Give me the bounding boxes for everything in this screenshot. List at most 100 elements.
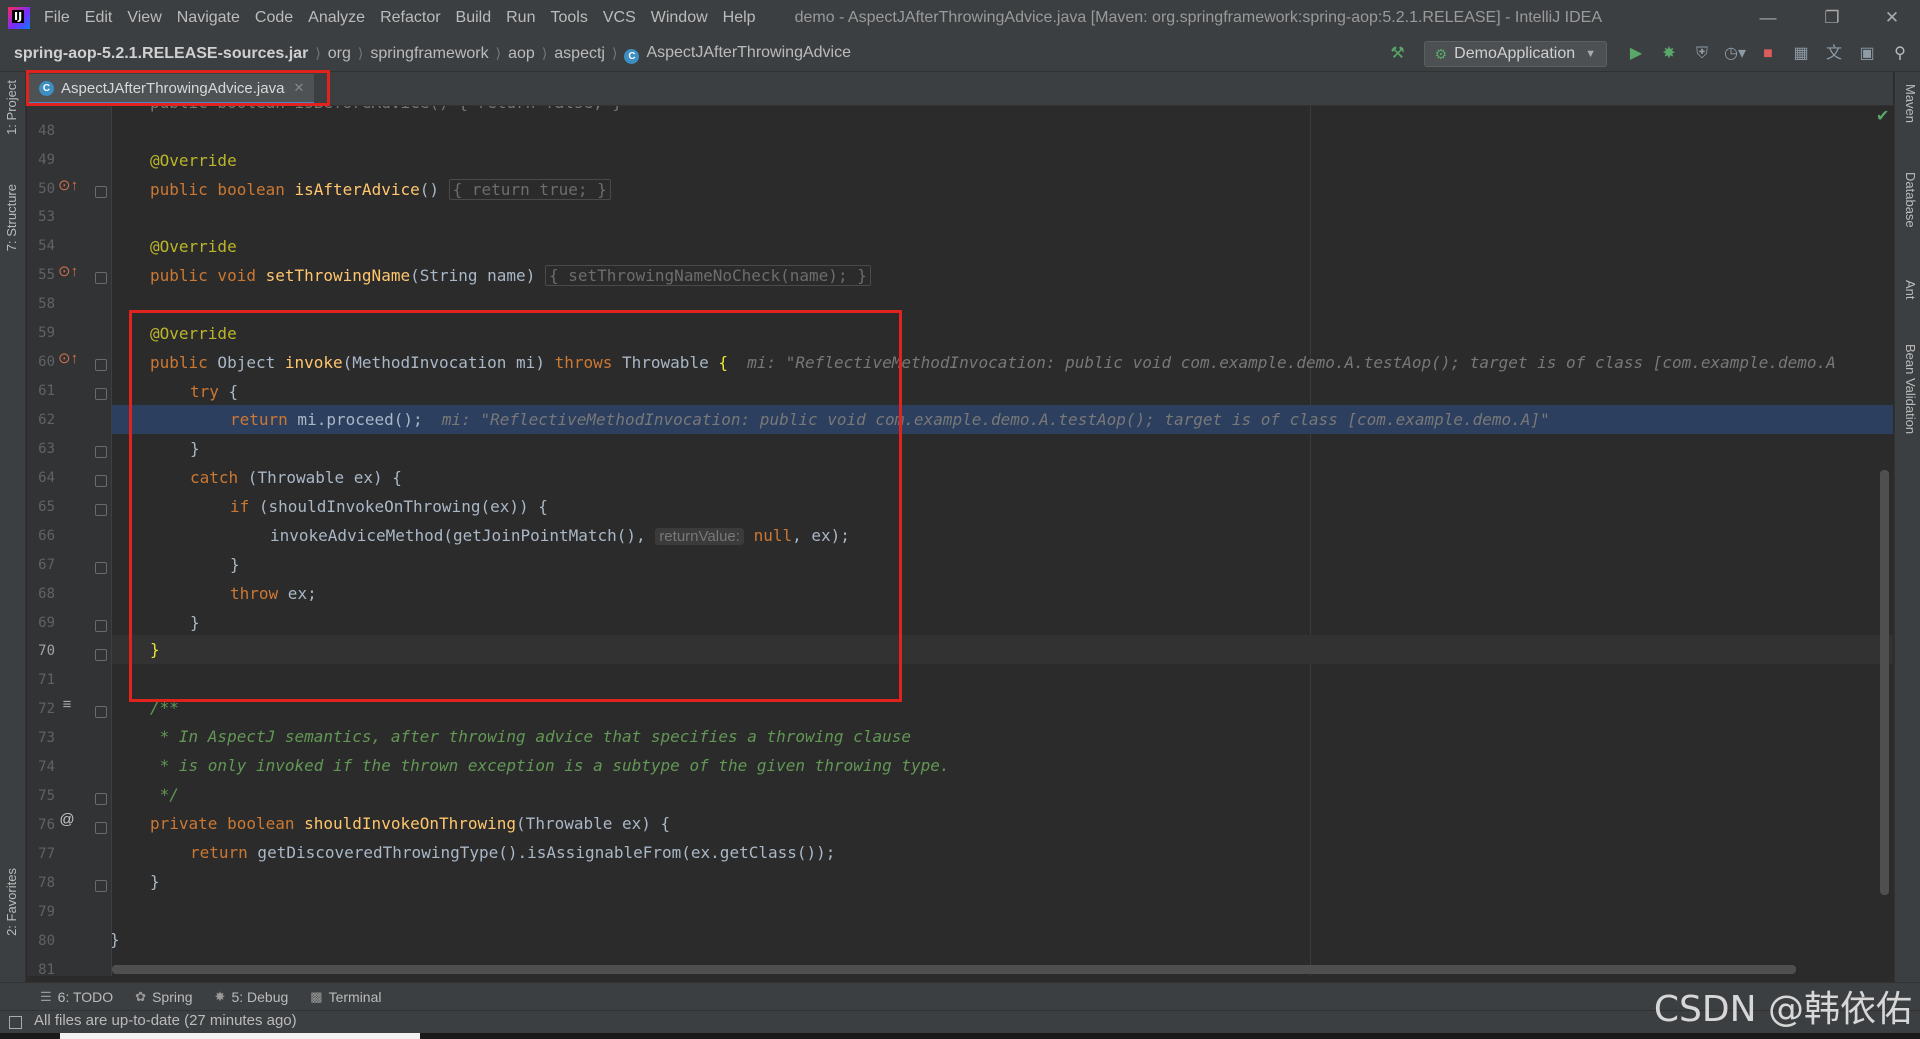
fold-icon[interactable] (95, 446, 107, 458)
override-method-icon[interactable]: ⊙↑ (58, 349, 78, 367)
tool-window-structure[interactable]: 7: Structure (4, 184, 22, 251)
line-number: 77 (38, 846, 55, 862)
annotation-marker-icon[interactable]: @ (58, 811, 76, 828)
tool-window-terminal[interactable]: ▩ Terminal (310, 989, 381, 1005)
build-hammer-icon[interactable]: ⚒ (1386, 42, 1410, 66)
run-configuration-select[interactable]: ⚙ DemoApplication ▼ (1423, 41, 1607, 67)
menu-analyze[interactable]: Analyze (308, 9, 365, 27)
coverage-icon[interactable]: ⛨ (1690, 42, 1714, 66)
code-token: public boolean (150, 180, 295, 199)
fold-icon[interactable] (95, 475, 107, 487)
line-number: 53 (38, 209, 55, 225)
code-token: throws (554, 353, 613, 372)
fold-icon[interactable] (95, 272, 107, 284)
fold-icon[interactable] (95, 620, 107, 632)
tool-window-todo-label: 6: TODO (57, 988, 114, 1005)
code-line-72: /** (150, 698, 179, 717)
menu-view[interactable]: View (127, 9, 161, 27)
tool-window-todo[interactable]: ☰ 6: TODO (40, 989, 113, 1005)
status-message[interactable]: All files are up-to-date (27 minutes ago… (34, 1012, 297, 1029)
folded-code-block[interactable]: { return true; } (448, 179, 611, 200)
fold-icon[interactable] (95, 793, 107, 805)
editor-tab-bar: C AspectJAfterThrowingAdvice.java ✕ (27, 72, 1893, 106)
fold-icon[interactable] (95, 359, 107, 371)
tool-window-favorites[interactable]: 2: Favorites (4, 868, 22, 936)
line-number: 58 (38, 296, 55, 312)
menu-window[interactable]: Window (651, 9, 708, 27)
breadcrumb-class[interactable]: C AspectJAfterThrowingAdvice (624, 44, 851, 64)
presentation-mode-icon[interactable]: ▣ (1855, 42, 1879, 66)
right-margin-guide (1310, 106, 1311, 976)
menu-tools[interactable]: Tools (550, 9, 587, 27)
todo-icon: ☰ (40, 988, 52, 1004)
menu-edit[interactable]: Edit (85, 9, 113, 27)
code-token: Object (207, 353, 285, 372)
fold-icon[interactable] (95, 388, 107, 400)
line-number: 69 (38, 615, 55, 631)
horizontal-scrollbar[interactable] (112, 965, 1796, 974)
close-tab-icon[interactable]: ✕ (293, 80, 304, 96)
menu-refactor[interactable]: Refactor (380, 9, 440, 27)
code-token: (shouldInvokeOnThrowing(ex)) { (249, 497, 548, 516)
os-taskbar-item[interactable] (60, 1033, 420, 1039)
status-toggle-icon[interactable] (9, 1016, 22, 1029)
menu-file[interactable]: File (44, 9, 70, 27)
breadcrumb-jar[interactable]: spring-aop-5.2.1.RELEASE-sources.jar (14, 45, 308, 63)
javadoc-icon[interactable]: ≡ (58, 696, 76, 713)
breadcrumb-org[interactable]: org (328, 45, 351, 63)
override-method-icon[interactable]: ⊙↑ (58, 262, 78, 280)
run-icon[interactable]: ▶ (1624, 42, 1648, 66)
tool-window-debug[interactable]: ✸ 5: Debug (215, 989, 289, 1005)
menu-vcs[interactable]: VCS (603, 9, 636, 27)
tool-window-spring[interactable]: ✿ Spring (135, 989, 192, 1005)
tool-window-project[interactable]: 1: Project (4, 80, 22, 135)
line-number: 49 (38, 152, 55, 168)
project-structure-icon[interactable]: ▦ (1789, 42, 1813, 66)
tool-window-maven[interactable]: Maven (1900, 84, 1918, 123)
fold-icon[interactable] (95, 822, 107, 834)
code-editor[interactable]: public boolean isBeforeAdvice() { return… (112, 106, 1893, 976)
breadcrumb-aspectj[interactable]: aspectj (554, 45, 605, 63)
menu-navigate[interactable]: Navigate (177, 9, 240, 27)
code-token: invokeAdviceMethod(getJoinPointMatch(), (270, 526, 656, 545)
fold-icon[interactable] (95, 706, 107, 718)
code-token: { (718, 353, 728, 372)
fold-icon[interactable] (95, 504, 107, 516)
stop-icon[interactable]: ■ (1756, 42, 1780, 66)
menu-run[interactable]: Run (506, 9, 535, 27)
minimize-icon[interactable]: — (1754, 4, 1782, 32)
vertical-scrollbar[interactable] (1880, 470, 1889, 895)
profile-icon[interactable]: ◷▾ (1723, 42, 1747, 66)
code-token: { (218, 382, 239, 401)
code-token: if (230, 497, 250, 516)
line-number-current: 70 (38, 643, 55, 659)
tool-window-ant[interactable]: Ant (1900, 280, 1918, 300)
fold-icon[interactable] (95, 562, 107, 574)
inspection-ok-icon[interactable]: ✔ (1876, 106, 1889, 126)
breadcrumb-springframework[interactable]: springframework (370, 45, 488, 63)
search-icon[interactable]: ⚲ (1888, 42, 1912, 66)
breadcrumb-separator-icon: ⟩ (315, 45, 321, 61)
fold-icon[interactable] (95, 649, 107, 661)
code-line-78: } (150, 872, 160, 891)
menu-code[interactable]: Code (255, 9, 293, 27)
debug-icon: ✸ (214, 988, 226, 1004)
line-number: 79 (38, 904, 55, 920)
fold-icon[interactable] (95, 186, 107, 198)
editor-tab-aspectj-after-throwing-advice[interactable]: C AspectJAfterThrowingAdvice.java ✕ (29, 74, 315, 105)
code-line-50: public boolean isAfterAdvice() { return … (150, 175, 611, 204)
debug-icon[interactable]: ✸ (1657, 42, 1681, 66)
code-line-65: if (shouldInvokeOnThrowing(ex)) { (230, 492, 548, 521)
menu-help[interactable]: Help (723, 9, 756, 27)
parameter-hint: returnValue: (655, 528, 744, 545)
override-method-icon[interactable]: ⊙↑ (58, 176, 78, 194)
translate-icon[interactable]: 文 (1822, 42, 1846, 66)
menu-build[interactable]: Build (456, 9, 492, 27)
close-icon[interactable]: ✕ (1878, 4, 1906, 32)
folded-code-block[interactable]: { setThrowingNameNoCheck(name); } (544, 265, 871, 286)
restore-icon[interactable]: ❐ (1818, 4, 1846, 32)
tool-window-database[interactable]: Database (1900, 172, 1918, 228)
breadcrumb-aop[interactable]: aop (508, 45, 535, 63)
tool-window-bean-validation[interactable]: Bean Validation (1900, 344, 1918, 434)
fold-icon[interactable] (95, 880, 107, 892)
